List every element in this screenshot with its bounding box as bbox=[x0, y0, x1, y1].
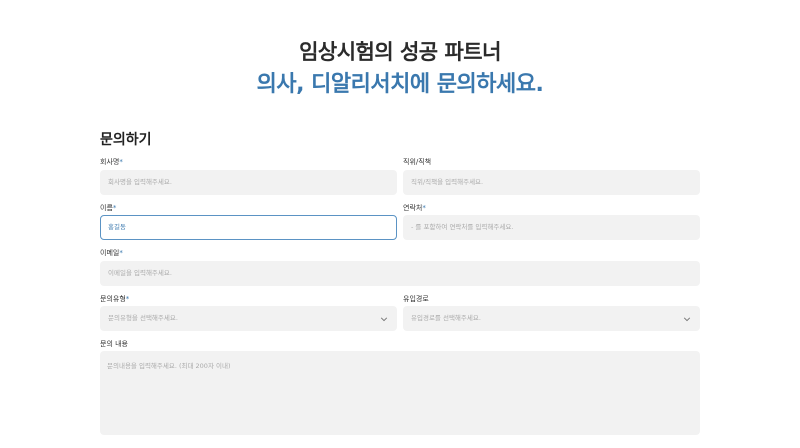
form-title: 문의하기 bbox=[100, 132, 152, 148]
phone-input[interactable]: - 를 포함하여 연락처를 입력해주세요. bbox=[403, 215, 700, 240]
content-textarea[interactable]: 문의내용을 입력해주세요. (최대 200자 이내) bbox=[100, 351, 700, 435]
inquiry-type-select[interactable]: 문의유형을 선택해주세요. bbox=[100, 306, 397, 331]
source-label-text: 유입경로 bbox=[403, 295, 429, 303]
required-mark: * bbox=[112, 204, 117, 212]
company-label: 회사명* bbox=[100, 157, 123, 167]
phone-label: 연락처* bbox=[403, 203, 426, 213]
name-label-text: 이름 bbox=[100, 204, 113, 212]
name-value: 홍길동 bbox=[108, 223, 126, 231]
required-mark: * bbox=[125, 295, 130, 303]
email-placeholder: 이메일을 입력해주세요. bbox=[108, 269, 172, 277]
position-label-text: 직위/직책 bbox=[403, 158, 432, 166]
inquiry-type-label: 문의유형* bbox=[100, 294, 129, 304]
email-label: 이메일* bbox=[100, 248, 123, 258]
chevron-down-icon[interactable] bbox=[380, 315, 388, 323]
hero-title: 임상시험의 성공 파트너 bbox=[299, 40, 501, 64]
company-label-text: 회사명 bbox=[100, 158, 120, 166]
name-input[interactable]: 홍길동 bbox=[100, 215, 397, 240]
phone-label-text: 연락처 bbox=[403, 204, 423, 212]
position-placeholder: 직위/직책을 입력해주세요. bbox=[411, 178, 484, 186]
hero-subtitle: 의사, 디알리서치에 문의하세요. bbox=[256, 72, 544, 97]
name-label: 이름* bbox=[100, 203, 116, 213]
company-input[interactable]: 회사명을 입력해주세요. bbox=[100, 170, 397, 195]
email-input[interactable]: 이메일을 입력해주세요. bbox=[100, 261, 700, 286]
source-placeholder: 유입경로를 선택해주세요. bbox=[411, 314, 481, 322]
inquiry-type-label-text: 문의유형 bbox=[100, 295, 126, 303]
required-mark: * bbox=[119, 158, 123, 166]
content-label-text: 문의 내용 bbox=[100, 340, 128, 348]
source-label: 유입경로 bbox=[403, 294, 429, 304]
required-mark: * bbox=[119, 249, 123, 257]
company-placeholder: 회사명을 입력해주세요. bbox=[108, 178, 172, 186]
content-placeholder: 문의내용을 입력해주세요. (최대 200자 이내) bbox=[107, 362, 231, 370]
content-label: 문의 내용 bbox=[100, 339, 128, 349]
phone-placeholder: - 를 포함하여 연락처를 입력해주세요. bbox=[411, 223, 514, 231]
email-label-text: 이메일 bbox=[100, 249, 120, 257]
source-select[interactable]: 유입경로를 선택해주세요. bbox=[403, 306, 700, 331]
chevron-down-icon[interactable] bbox=[683, 315, 691, 323]
inquiry-type-placeholder: 문의유형을 선택해주세요. bbox=[108, 314, 178, 322]
position-label: 직위/직책 bbox=[403, 157, 431, 167]
position-input[interactable]: 직위/직책을 입력해주세요. bbox=[403, 170, 700, 195]
required-mark: * bbox=[422, 204, 426, 212]
